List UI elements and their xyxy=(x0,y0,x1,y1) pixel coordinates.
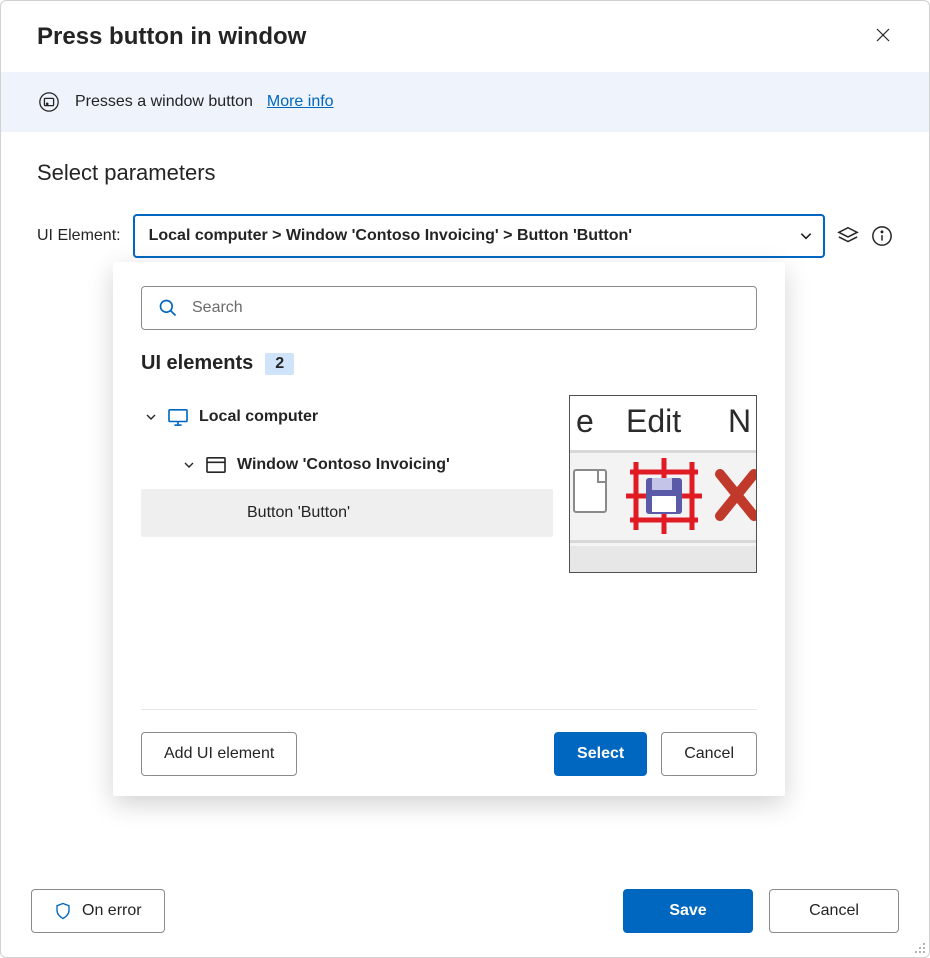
ui-elements-header: UI elements 2 xyxy=(141,352,757,375)
tree-node-label: Local computer xyxy=(199,408,318,426)
tree-node-button[interactable]: Button 'Button' xyxy=(141,489,553,537)
ui-element-combobox[interactable]: Local computer > Window 'Contoso Invoici… xyxy=(133,214,825,258)
info-icon[interactable] xyxy=(871,225,893,247)
cancel-button[interactable]: Cancel xyxy=(769,889,899,933)
search-box[interactable] xyxy=(141,286,757,330)
add-ui-element-button[interactable]: Add UI element xyxy=(141,732,297,776)
computer-icon xyxy=(167,408,189,426)
tree-node-window[interactable]: Window 'Contoso Invoicing' xyxy=(141,441,553,489)
section-title: Select parameters xyxy=(37,160,893,186)
dialog-footer: On error Save Cancel xyxy=(1,869,929,957)
dialog-press-button-in-window: Press button in window Presses a window … xyxy=(0,0,930,958)
dialog-body: Select parameters UI Element: Local comp… xyxy=(1,132,929,869)
chevron-down-icon xyxy=(183,459,195,471)
on-error-label: On error xyxy=(82,902,142,920)
dialog-header: Press button in window xyxy=(1,1,929,72)
preview-text-n: N xyxy=(728,403,751,439)
close-button[interactable] xyxy=(869,21,897,52)
chevron-down-icon xyxy=(799,229,813,243)
close-icon xyxy=(875,27,891,43)
ui-elements-tree: Local computer Window 'Contoso Invoicing… xyxy=(141,393,757,573)
ui-element-value: Local computer > Window 'Contoso Invoici… xyxy=(149,227,633,245)
ui-elements-title: UI elements xyxy=(141,352,253,375)
save-button[interactable]: Save xyxy=(623,889,753,933)
info-bar: Presses a window button More info xyxy=(1,72,929,132)
preview-text-edit: Edit xyxy=(626,403,681,439)
side-icons xyxy=(837,225,893,247)
layers-icon[interactable] xyxy=(837,225,859,247)
ui-element-row: UI Element: Local computer > Window 'Con… xyxy=(37,214,893,258)
shield-icon xyxy=(54,902,72,920)
on-error-button[interactable]: On error xyxy=(31,889,165,933)
more-info-link[interactable]: More info xyxy=(267,93,334,111)
window-icon xyxy=(205,456,227,474)
search-icon xyxy=(158,298,178,318)
tree-node-label: Window 'Contoso Invoicing' xyxy=(237,456,450,474)
ui-elements-count: 2 xyxy=(265,353,294,375)
select-button[interactable]: Select xyxy=(554,732,647,776)
chevron-down-icon xyxy=(145,411,157,423)
cancel-dropdown-button[interactable]: Cancel xyxy=(661,732,757,776)
dropdown-footer: Add UI element Select Cancel xyxy=(141,709,757,776)
ui-element-label: UI Element: xyxy=(37,227,121,245)
dialog-title: Press button in window xyxy=(37,23,306,51)
tree-node-local-computer[interactable]: Local computer xyxy=(141,393,553,441)
preview-text-e: e xyxy=(576,403,594,439)
action-icon xyxy=(37,90,61,114)
search-input[interactable] xyxy=(190,298,740,318)
element-preview: e Edit N xyxy=(569,395,757,573)
resize-grip-icon[interactable] xyxy=(912,940,926,954)
ui-element-dropdown-panel: UI elements 2 Local computer xyxy=(113,262,785,796)
info-text: Presses a window button xyxy=(75,93,253,111)
tree-node-label: Button 'Button' xyxy=(247,504,350,522)
preview-image: e Edit N xyxy=(570,396,757,573)
